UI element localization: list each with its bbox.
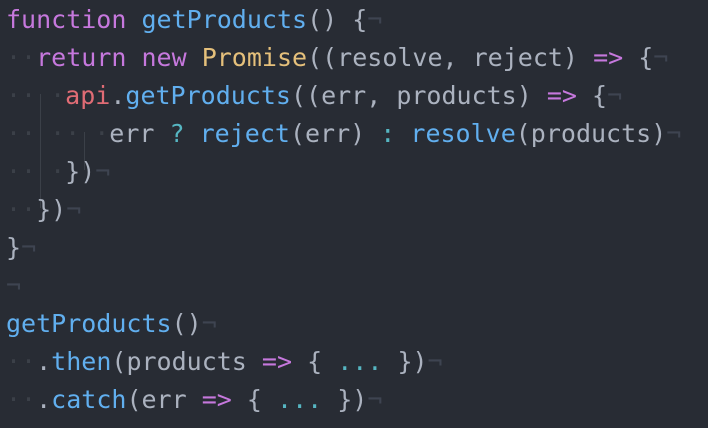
resolve-call: resolve bbox=[410, 119, 516, 148]
eol-mark: ¬ bbox=[367, 385, 383, 414]
reject-call: reject bbox=[199, 119, 290, 148]
code-editor[interactable]: function getProducts() {¬ ··return new P… bbox=[0, 0, 708, 428]
close-promise: }) bbox=[36, 195, 67, 224]
close-function: } bbox=[6, 233, 22, 262]
eol-mark: ¬ bbox=[6, 271, 22, 300]
function-call: getProducts bbox=[6, 309, 172, 338]
method-getproducts: getProducts bbox=[125, 81, 291, 110]
indent-dots: ·· bbox=[6, 347, 37, 376]
code-line-7: }¬ bbox=[0, 229, 708, 267]
eol-mark: ¬ bbox=[95, 157, 111, 186]
callback-args: ((err, products) bbox=[290, 81, 532, 110]
code-line-10: ··.then(products => { ... })¬ bbox=[6, 347, 443, 376]
close-callback: }) bbox=[65, 157, 96, 186]
ellipsis: ... bbox=[337, 347, 383, 376]
params-brace: () { bbox=[307, 5, 368, 34]
indent-dots: ·· ·· · bbox=[6, 119, 110, 170]
keyword-return: return bbox=[36, 43, 127, 72]
class-promise: Promise bbox=[201, 43, 308, 72]
catch-method: catch bbox=[51, 385, 127, 414]
code-line-5: ·· ·})¬ bbox=[0, 153, 708, 208]
eol-mark: ¬ bbox=[666, 119, 682, 148]
eol-mark: ¬ bbox=[653, 43, 669, 72]
indent-dots: ·· · bbox=[6, 157, 66, 208]
err-var: err bbox=[109, 119, 155, 148]
code-line-2: ··return new Promise((resolve, reject) =… bbox=[0, 39, 708, 77]
ellipsis: ... bbox=[277, 385, 323, 414]
indent-dots: ·· bbox=[6, 385, 37, 414]
indent-dots: ·· bbox=[6, 195, 37, 224]
indent-dots: ·· · bbox=[6, 81, 66, 132]
eol-mark: ¬ bbox=[21, 233, 37, 262]
keyword-function: function bbox=[6, 5, 127, 34]
function-name: getProducts bbox=[141, 5, 308, 34]
eol-mark: ¬ bbox=[427, 347, 443, 376]
code-line-9: getProducts()¬ bbox=[6, 309, 217, 338]
eol-mark: ¬ bbox=[66, 195, 82, 224]
ternary-colon: : bbox=[380, 119, 396, 148]
eol-mark: ¬ bbox=[367, 5, 383, 34]
code-line-6: ··})¬ bbox=[0, 191, 708, 229]
arrow-operator: => bbox=[546, 81, 577, 110]
eol-mark: ¬ bbox=[607, 81, 623, 110]
keyword-new: new bbox=[141, 43, 187, 72]
arrow-operator: => bbox=[261, 347, 293, 376]
eol-mark: ¬ bbox=[201, 309, 217, 338]
indent-dots: ·· bbox=[6, 43, 37, 72]
then-method: then bbox=[51, 347, 112, 376]
code-line-3: ·· ·api.getProducts((err, products) => {¬ bbox=[6, 81, 623, 132]
arrow-operator: => bbox=[201, 385, 232, 414]
arrow-operator: => bbox=[593, 43, 624, 72]
promise-args: ((resolve, reject) bbox=[307, 43, 578, 72]
ternary-question: ? bbox=[169, 119, 185, 148]
open-brace: { bbox=[638, 43, 654, 72]
code-line-11: ··.catch(err => { ... })¬ bbox=[6, 385, 383, 414]
code-line-1: function getProducts() {¬ bbox=[0, 1, 708, 39]
open-brace: { bbox=[592, 81, 608, 110]
api-object: api bbox=[65, 81, 111, 110]
code-line-4: ·· ·· ·err ? reject(err) : resolve(product… bbox=[6, 119, 682, 170]
code-line-8: ¬ bbox=[0, 267, 708, 305]
